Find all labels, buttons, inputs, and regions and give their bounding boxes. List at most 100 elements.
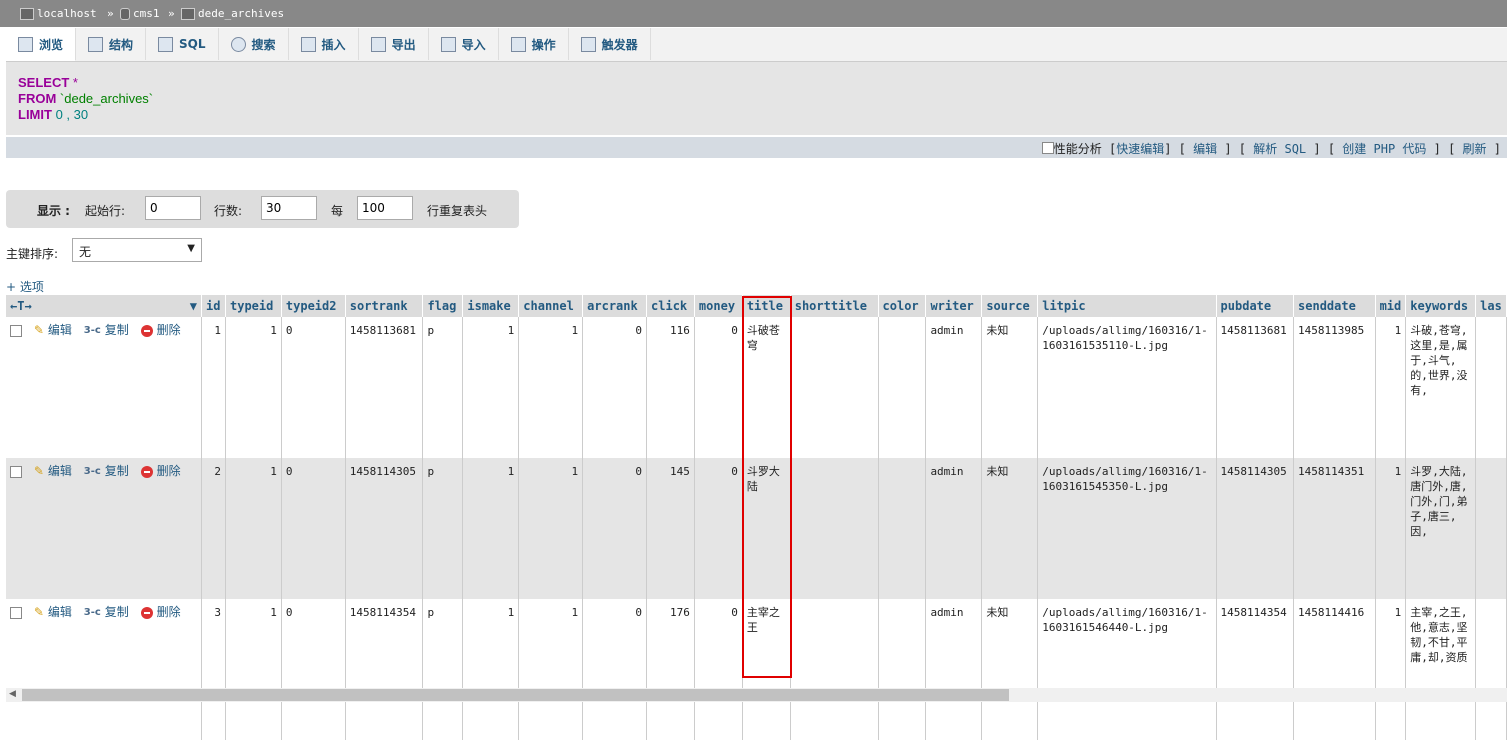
delete-icon[interactable] xyxy=(140,465,153,478)
tab-export[interactable]: 导出 xyxy=(359,28,429,60)
sort-select[interactable]: 无 ▼ xyxy=(72,238,202,262)
column-header-typeid[interactable]: typeid xyxy=(225,295,282,317)
cell-writer[interactable]: admin xyxy=(925,599,983,740)
cell-shorttitle[interactable] xyxy=(790,458,879,599)
cell-color[interactable] xyxy=(878,458,927,599)
cell-id[interactable]: 2 xyxy=(201,458,226,599)
tab-triggers[interactable]: 触发器 xyxy=(569,28,651,60)
cell-typeid[interactable]: 1 xyxy=(225,599,282,740)
column-header-money[interactable]: money xyxy=(694,295,743,317)
copy-icon[interactable]: 3-c xyxy=(84,464,101,479)
tab-insert[interactable]: 插入 xyxy=(289,28,359,60)
copy-icon[interactable]: 3-c xyxy=(84,323,101,338)
pencil-icon[interactable]: ✎ xyxy=(34,605,44,620)
column-header-shorttitle[interactable]: shorttitle xyxy=(790,295,879,317)
cell-money[interactable]: 0 xyxy=(694,317,743,458)
cell-keywords[interactable]: 斗罗,大陆,唐门外,唐,门外,门,弟子,唐三,因, xyxy=(1405,458,1477,599)
cell-senddate[interactable]: 1458114351 xyxy=(1293,458,1376,599)
explain-sql-link[interactable]: 解析 SQL xyxy=(1253,142,1306,156)
cell-keywords[interactable]: 斗破,苍穹,这里,是,属于,斗气,的,世界,没有, xyxy=(1405,317,1477,458)
cell-arcrank[interactable]: 0 xyxy=(582,317,648,458)
cell-writer[interactable]: admin xyxy=(925,317,983,458)
column-header-mid[interactable]: mid xyxy=(1375,295,1407,317)
cell-pubdate[interactable]: 1458113681 xyxy=(1216,317,1295,458)
column-header-title[interactable]: title xyxy=(742,295,791,317)
row-checkbox[interactable] xyxy=(10,324,22,337)
table-row[interactable]: ✎ 编辑 3-c 复制 删除 2 1 0 1458114305 p 1 1 0 145 0 斗罗大陆 adm… xyxy=(6,458,1507,599)
cell-ismake[interactable]: 1 xyxy=(462,599,520,740)
row-count-input[interactable] xyxy=(261,196,317,220)
scrollbar-thumb[interactable] xyxy=(22,689,1009,701)
columns-dropdown-icon[interactable]: ▼ xyxy=(190,299,197,313)
edit-row-link[interactable]: 编辑 xyxy=(48,323,72,338)
cell-mid[interactable]: 1 xyxy=(1375,317,1407,458)
column-header-litpic[interactable]: litpic xyxy=(1037,295,1217,317)
cell-source[interactable]: 未知 xyxy=(981,458,1039,599)
column-header-flag[interactable]: flag xyxy=(422,295,464,317)
edit-sql-link[interactable]: 编辑 xyxy=(1193,142,1217,156)
cell-last[interactable] xyxy=(1475,599,1507,740)
column-header-keywords[interactable]: keywords xyxy=(1405,295,1477,317)
cell-ismake[interactable]: 1 xyxy=(462,317,520,458)
cell-ismake[interactable]: 1 xyxy=(462,458,520,599)
repeat-header-input[interactable] xyxy=(357,196,413,220)
options-toggle[interactable]: + 选项 xyxy=(6,278,44,295)
delete-row-link[interactable]: 删除 xyxy=(157,323,181,338)
breadcrumb-table-label[interactable]: dede_archives xyxy=(198,7,284,20)
delete-row-link[interactable]: 删除 xyxy=(157,464,181,479)
cell-keywords[interactable]: 主宰,之王,他,意志,坚韧,不甘,平庸,却,资质 xyxy=(1405,599,1477,740)
copy-row-link[interactable]: 复制 xyxy=(105,464,129,479)
cell-litpic[interactable]: /uploads/allimg/160316/1-1603161545350-L… xyxy=(1037,458,1217,599)
cell-channel[interactable]: 1 xyxy=(518,599,584,740)
cell-last[interactable] xyxy=(1475,458,1507,599)
breadcrumb-table[interactable]: dede_archives xyxy=(181,7,284,20)
cell-money[interactable]: 0 xyxy=(694,599,743,740)
cell-typeid2[interactable]: 0 xyxy=(281,317,346,458)
column-header-arcrank[interactable]: arcrank xyxy=(582,295,648,317)
profiling-checkbox[interactable] xyxy=(1041,142,1054,154)
cell-channel[interactable]: 1 xyxy=(518,458,584,599)
column-controls-header[interactable]: ←T→ ▼ xyxy=(6,295,203,317)
breadcrumb-server-label[interactable]: localhost xyxy=(37,7,97,20)
cell-click[interactable]: 176 xyxy=(646,599,695,740)
column-header-typeid2[interactable]: typeid2 xyxy=(281,295,346,317)
horizontal-scrollbar[interactable]: ◀ xyxy=(6,688,1507,702)
column-header-id[interactable]: id xyxy=(201,295,226,317)
table-row[interactable]: ✎ 编辑 3-c 复制 删除 3 1 0 1458114354 p 1 1 0 176 0 主宰之王 adm… xyxy=(6,599,1507,740)
cell-senddate[interactable]: 1458113985 xyxy=(1293,317,1376,458)
cell-title[interactable]: 主宰之王 xyxy=(742,599,791,740)
column-header-writer[interactable]: writer xyxy=(925,295,983,317)
cell-mid[interactable]: 1 xyxy=(1375,599,1407,740)
create-php-code-link[interactable]: 创建 PHP 代码 xyxy=(1342,142,1426,156)
breadcrumb-database-label[interactable]: cms1 xyxy=(133,7,160,20)
tab-sql[interactable]: SQL xyxy=(146,28,219,60)
tab-structure[interactable]: 结构 xyxy=(76,28,147,60)
copy-icon[interactable]: 3-c xyxy=(84,605,101,620)
column-move-arrows[interactable]: ←T→ xyxy=(10,299,32,313)
cell-id[interactable]: 1 xyxy=(201,317,226,458)
column-header-color[interactable]: color xyxy=(878,295,927,317)
column-header-pubdate[interactable]: pubdate xyxy=(1216,295,1295,317)
column-header-channel[interactable]: channel xyxy=(518,295,584,317)
cell-typeid2[interactable]: 0 xyxy=(281,599,346,740)
pencil-icon[interactable]: ✎ xyxy=(34,464,44,479)
cell-money[interactable]: 0 xyxy=(694,458,743,599)
sql-query-box[interactable]: SELECT * FROM `dede_archives` LIMIT 0 , … xyxy=(6,62,1507,135)
cell-typeid2[interactable]: 0 xyxy=(281,458,346,599)
delete-icon[interactable] xyxy=(140,324,153,337)
cell-last[interactable] xyxy=(1475,317,1507,458)
delete-icon[interactable] xyxy=(140,606,153,619)
edit-row-link[interactable]: 编辑 xyxy=(48,464,72,479)
cell-click[interactable]: 116 xyxy=(646,317,695,458)
cell-sortrank[interactable]: 1458113681 xyxy=(345,317,424,458)
pencil-icon[interactable]: ✎ xyxy=(34,323,44,338)
column-header-source[interactable]: source xyxy=(981,295,1039,317)
cell-pubdate[interactable]: 1458114305 xyxy=(1216,458,1295,599)
cell-litpic[interactable]: /uploads/allimg/160316/1-1603161535110-L… xyxy=(1037,317,1217,458)
cell-typeid[interactable]: 1 xyxy=(225,458,282,599)
cell-typeid[interactable]: 1 xyxy=(225,317,282,458)
cell-title[interactable]: 斗破苍穹 xyxy=(742,317,791,458)
cell-senddate[interactable]: 1458114416 xyxy=(1293,599,1376,740)
breadcrumb-database[interactable]: cms1 xyxy=(120,7,160,20)
cell-color[interactable] xyxy=(878,599,927,740)
